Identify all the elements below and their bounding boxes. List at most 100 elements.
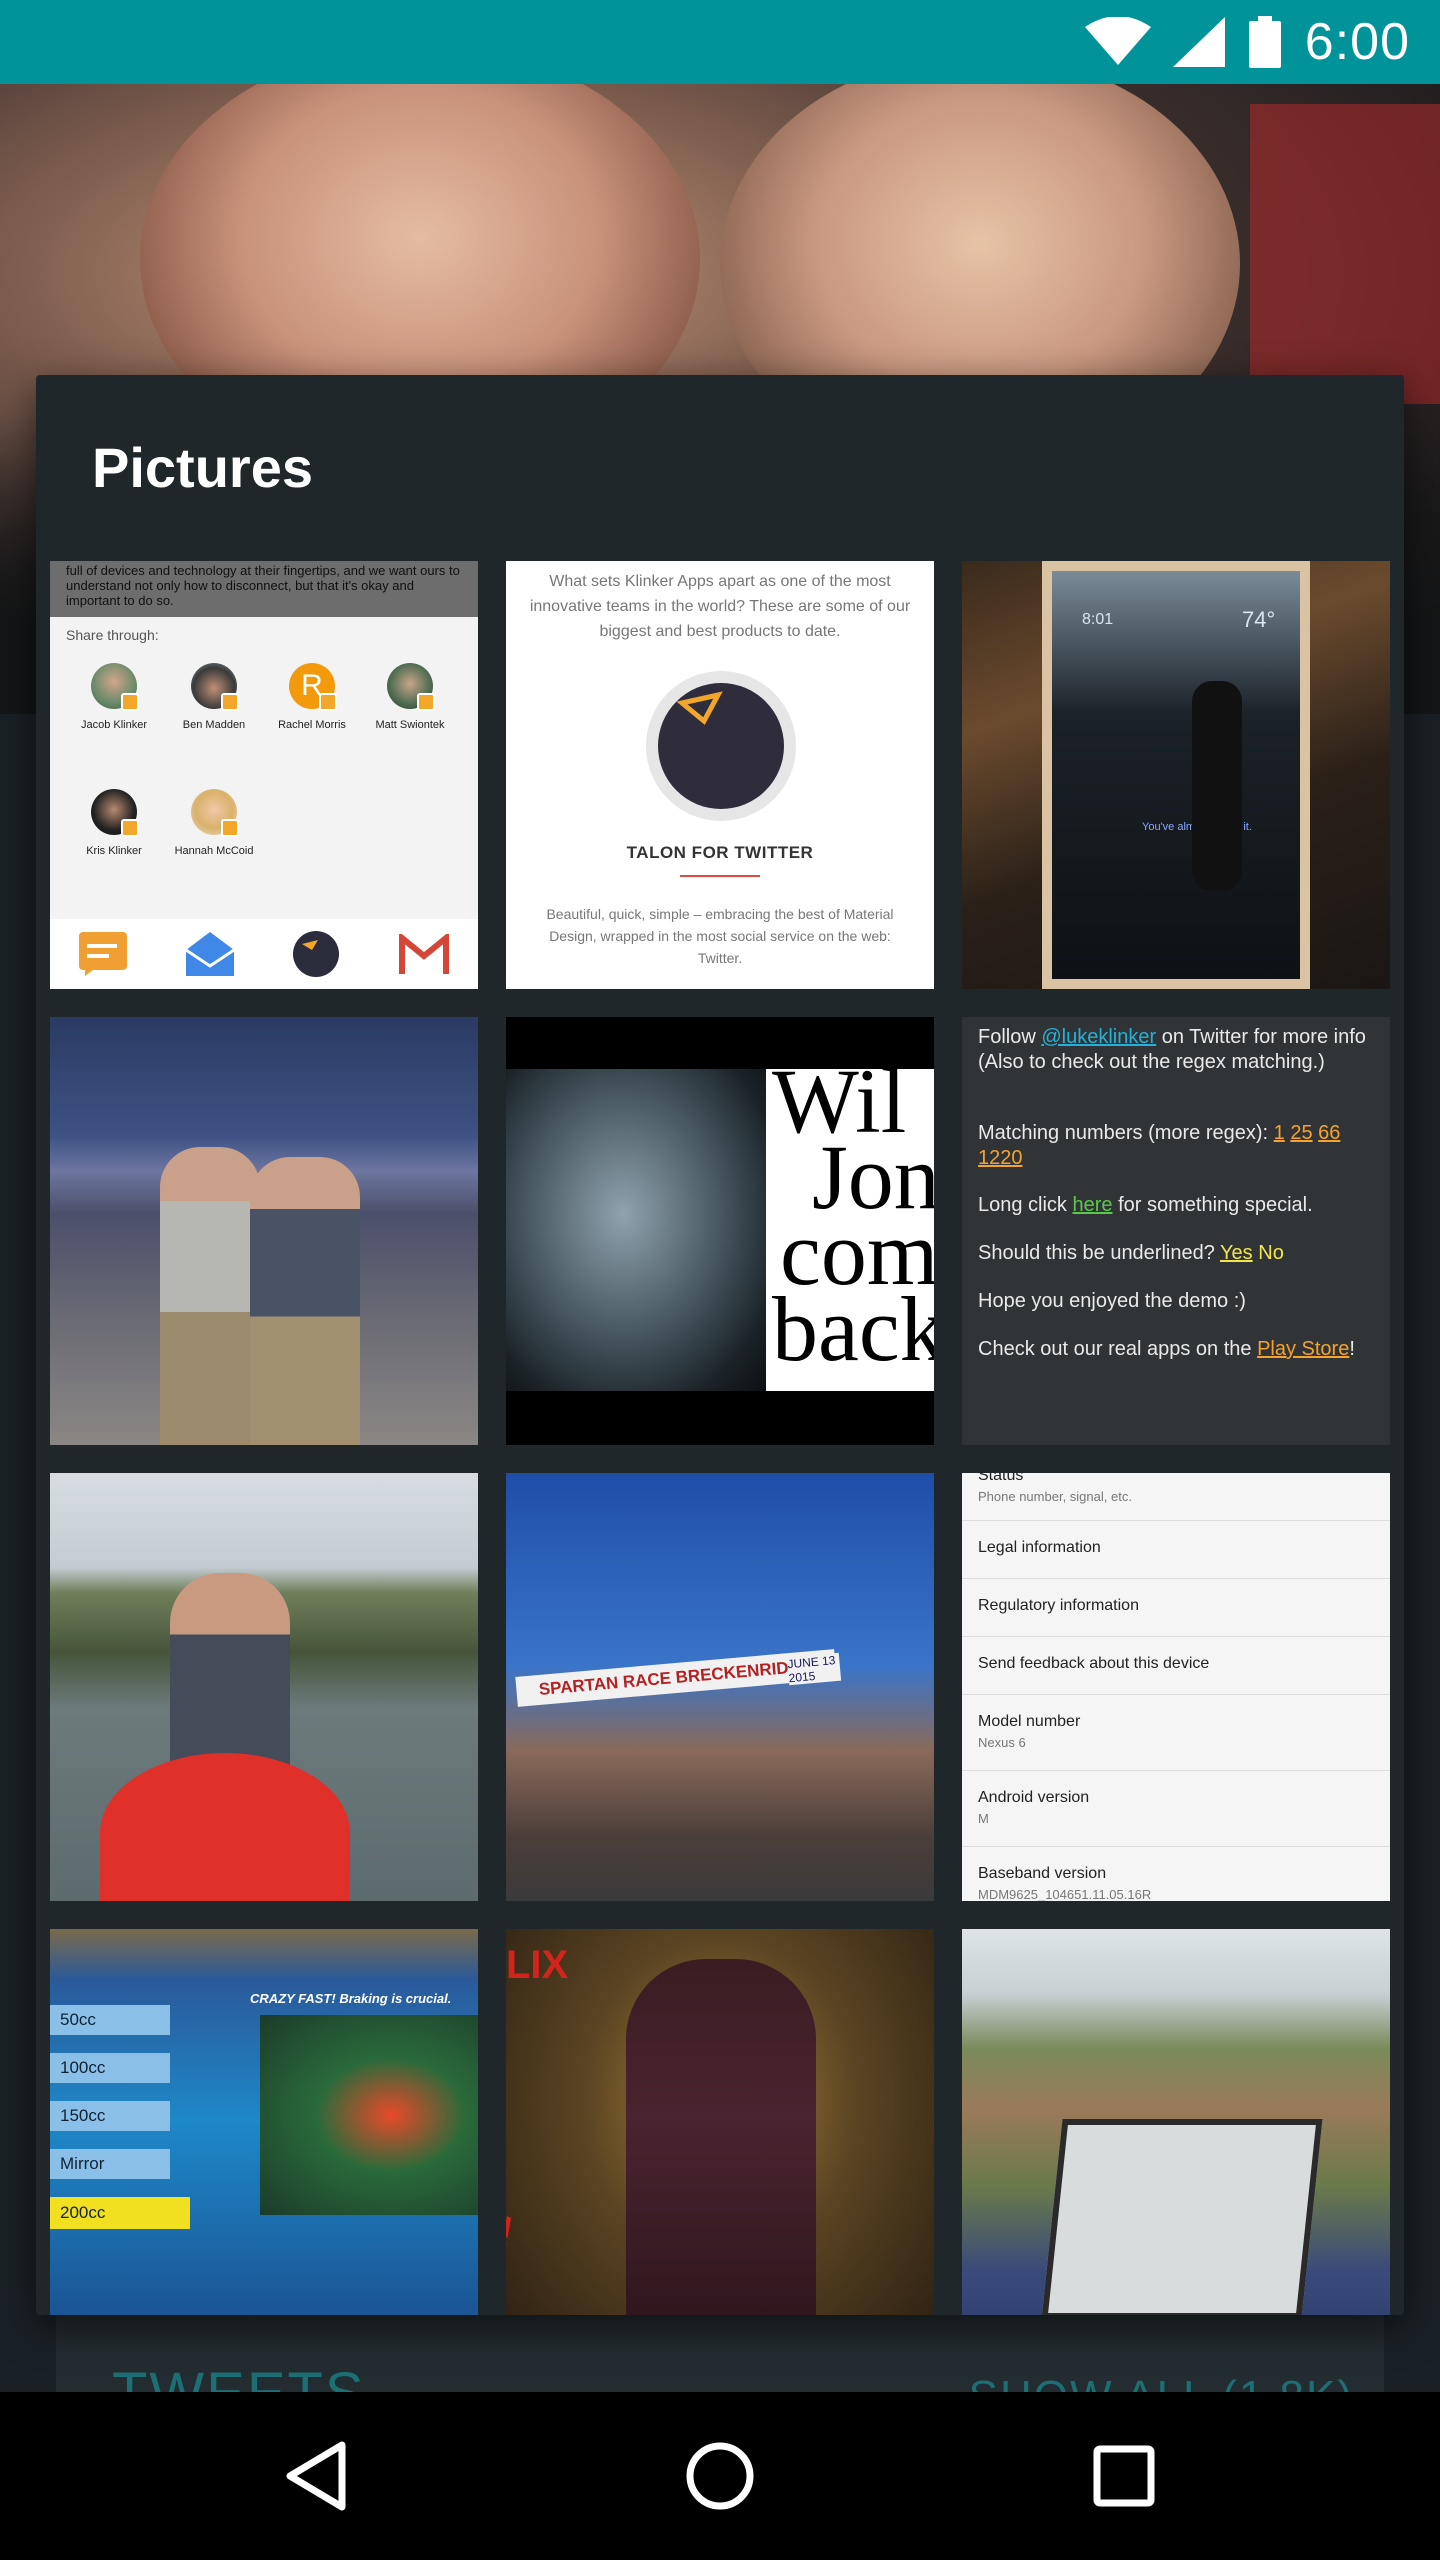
mirror-temp: 74°: [1242, 607, 1276, 632]
photo-person-left: [160, 1147, 260, 1445]
settings-row-subtitle: Phone number, signal, etc.: [978, 1489, 1132, 1504]
yes-link[interactable]: Yes: [1220, 1242, 1253, 1264]
navigation-bar: [0, 2392, 1440, 2560]
recents-button[interactable]: [1024, 2392, 1224, 2560]
movie-text: Wil Jon com back: [772, 1069, 934, 1380]
photo-person-right: [250, 1157, 360, 1445]
kart-option: Mirror: [50, 2149, 170, 2179]
clock: 6:00: [1304, 13, 1410, 71]
demo-hope: Hope you enjoyed the demo :): [978, 1290, 1246, 1312]
settings-row: Android version M: [962, 1771, 1390, 1847]
settings-row-title: Legal information: [978, 1539, 1101, 1556]
picture-tile-share-sheet[interactable]: full of devices and technology at their …: [50, 561, 478, 989]
contact-hannah: Hannah McCoid: [164, 789, 264, 857]
inbox-app-icon[interactable]: [185, 932, 234, 976]
demo-underline: Should this be underlined? Yes No: [978, 1241, 1378, 1266]
home-button[interactable]: [620, 2392, 820, 2560]
text: Follow: [978, 1026, 1042, 1048]
back-icon: [286, 2441, 346, 2511]
kart-option-selected: 200cc: [50, 2197, 190, 2229]
settings-row-title: Status: [978, 1473, 1024, 1484]
kart-scene: [260, 2015, 478, 2215]
picture-tile-race[interactable]: SPARTAN RACE BRECKENRIDGE JUNE 13 2015: [506, 1473, 934, 1901]
photo-kayak: [100, 1753, 350, 1901]
movie-frame: Wil Jon com back: [506, 1069, 934, 1391]
avatar: [191, 663, 239, 711]
picture-tile-mirror[interactable]: 8:01 74° You've almost made it.: [962, 561, 1390, 989]
recents-icon: [1093, 2445, 1155, 2507]
contact-name: Kris Klinker: [86, 845, 142, 857]
picture-tile-laptop-park[interactable]: [962, 1929, 1390, 2315]
contact-matt: Matt Swiontek: [360, 663, 460, 731]
no-text: No: [1258, 1242, 1284, 1264]
contact-name: Ben Madden: [182, 719, 246, 731]
status-bar: 6:00: [0, 0, 1440, 84]
settings-row: Model number Nexus 6: [962, 1695, 1390, 1771]
avatar: R: [289, 663, 337, 711]
picture-tile-kayak[interactable]: [50, 1473, 478, 1901]
settings-row: Baseband version MDM9625_104651.11.05.16R: [962, 1847, 1390, 1901]
picture-tile-settings[interactable]: Status Phone number, signal, etc. Legal i…: [962, 1473, 1390, 1901]
settings-row: Regulatory information: [962, 1579, 1390, 1637]
handle-link[interactable]: @lukeklinker: [1041, 1026, 1156, 1048]
race-banner-text: SPARTAN RACE BRECKENRIDGE: [538, 1656, 814, 1699]
here-link[interactable]: here: [1073, 1194, 1113, 1216]
picture-tile-lake-friends[interactable]: [50, 1017, 478, 1445]
contact-name: Matt Swiontek: [375, 719, 445, 731]
mirror-person: [1192, 681, 1242, 891]
text: Check out our real apps on the: [978, 1338, 1258, 1360]
number-link[interactable]: 25: [1290, 1122, 1312, 1144]
kart-option: 100cc: [50, 2053, 170, 2083]
settings-row-subtitle: Nexus 6: [978, 1735, 1026, 1750]
number-link[interactable]: 66: [1318, 1122, 1340, 1144]
settings-row-subtitle: M: [978, 1811, 989, 1826]
settings-row-subtitle: MDM9625_104651.11.05.16R: [978, 1887, 1152, 1901]
talon-claw-icon: [676, 691, 723, 725]
talon-app-icon[interactable]: [292, 930, 340, 978]
number-link[interactable]: 1220: [978, 1147, 1023, 1169]
kart-banner: CRAZY FAST! Braking is crucial.: [250, 1991, 452, 2006]
picture-tile-demo-text[interactable]: Follow @lukeklinker on Twitter for more …: [962, 1017, 1390, 1445]
messages-app-icon[interactable]: [79, 932, 128, 976]
text: Matching numbers (more regex):: [978, 1122, 1274, 1144]
settings-row: Status Phone number, signal, etc.: [962, 1473, 1390, 1521]
avatar: [191, 789, 239, 837]
picture-tile-daredevil[interactable]: LIX EVIL: [506, 1929, 934, 2315]
contact-ben: Ben Madden: [164, 663, 264, 731]
settings-row: Send feedback about this device: [962, 1637, 1390, 1695]
avatar: [387, 663, 435, 711]
movie-text-line: back: [772, 1278, 934, 1380]
contact-name: Rachel Morris: [278, 719, 346, 731]
status-icons: 6:00: [1084, 0, 1410, 84]
contact-kris: Kris Klinker: [64, 789, 164, 857]
settings-row-title: Regulatory information: [978, 1597, 1139, 1614]
daredevil-logo-bottom: EVIL: [506, 2208, 521, 2304]
talon-divider: [680, 875, 760, 877]
contact-rachel: R Rachel Morris: [262, 663, 362, 731]
settings-row-title: Send feedback about this device: [978, 1655, 1210, 1672]
wifi-icon: [1084, 17, 1151, 65]
play-store-link[interactable]: Play Store: [1257, 1338, 1349, 1360]
share-title: Share through:: [66, 627, 159, 643]
settings-row: Legal information: [962, 1521, 1390, 1579]
settings-row-title: Android version: [978, 1789, 1090, 1806]
share-apps-row: [50, 919, 478, 989]
kart-option: 50cc: [50, 2005, 170, 2035]
text: for something special.: [1112, 1194, 1313, 1216]
picture-tile-mario-kart[interactable]: CRAZY FAST! Braking is crucial. 50cc 100…: [50, 1929, 478, 2315]
number-link[interactable]: 1: [1274, 1122, 1285, 1144]
home-icon: [686, 2442, 754, 2510]
battery-icon: [1248, 16, 1281, 68]
talon-logo: [646, 671, 796, 821]
picture-tile-talon[interactable]: What sets Klinker Apps apart as one of t…: [506, 561, 934, 989]
race-date: JUNE 13 2015: [786, 1652, 842, 1686]
gmail-app-icon[interactable]: [398, 934, 449, 974]
picture-tile-movie[interactable]: Wil Jon com back: [506, 1017, 934, 1445]
share-top-text: full of devices and technology at their …: [50, 561, 478, 617]
talon-title: TALON FOR TWITTER: [626, 843, 814, 862]
kart-option: 150cc: [50, 2101, 170, 2131]
text: !: [1349, 1338, 1355, 1360]
demo-numbers: Matching numbers (more regex): 1 25 66 1…: [978, 1121, 1378, 1171]
back-button[interactable]: [216, 2392, 416, 2560]
photo-laptop: [1041, 2119, 1323, 2315]
